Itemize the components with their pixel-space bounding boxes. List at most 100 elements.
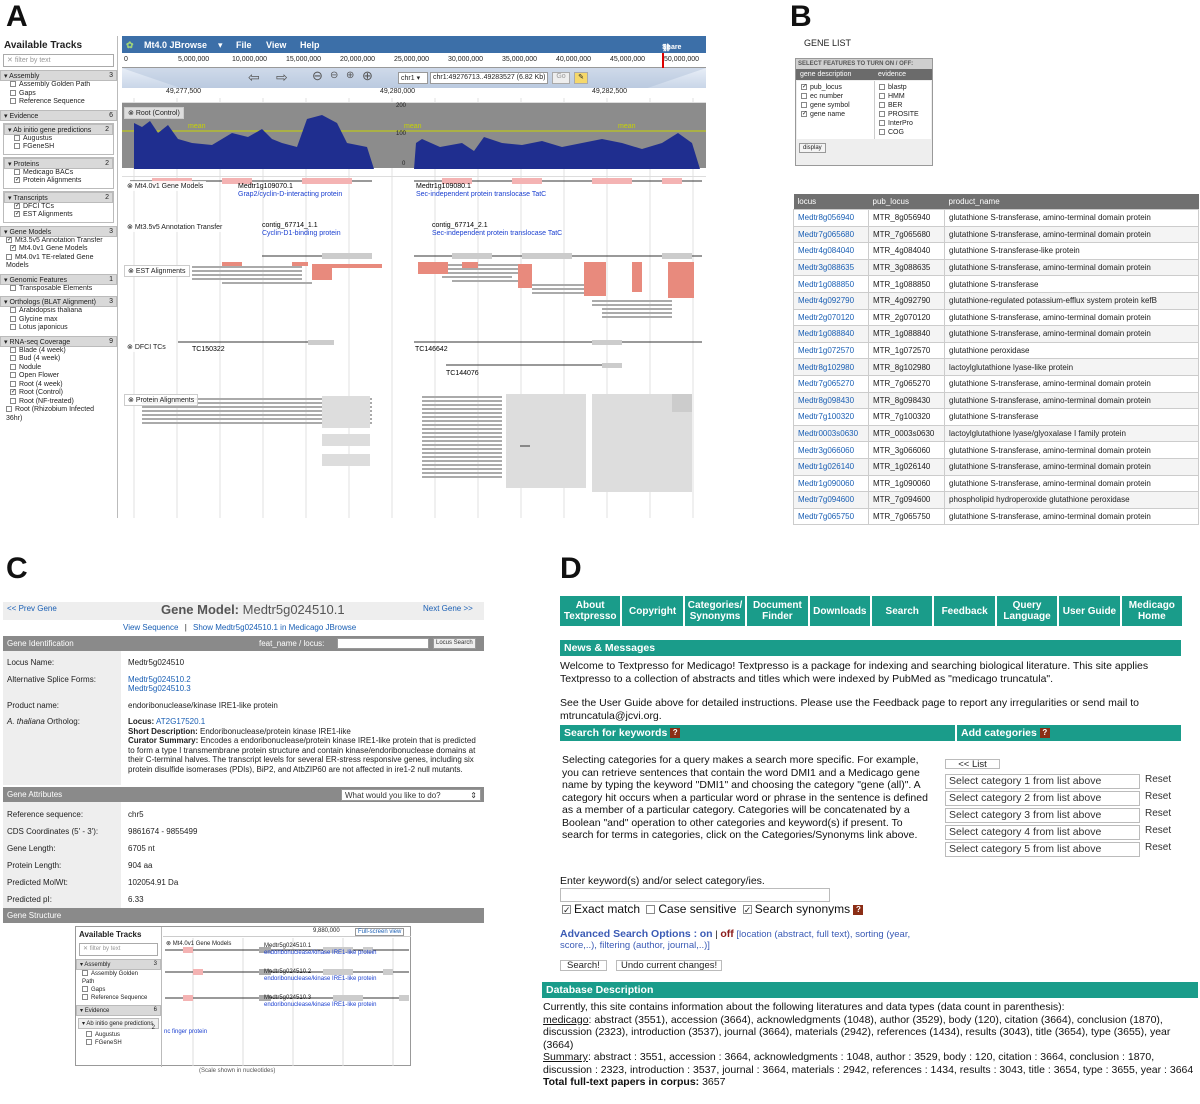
nav-item[interactable]: Feedback: [934, 596, 995, 626]
column-header-product-name[interactable]: product_name: [944, 194, 1199, 210]
locus-link[interactable]: Medtr1g090060: [793, 474, 869, 493]
feature-option[interactable]: blastp: [879, 83, 919, 92]
prev-gene-link[interactable]: << Prev Gene: [7, 604, 57, 613]
locus-search-input[interactable]: [337, 638, 429, 649]
tc-name[interactable]: TC146642: [415, 346, 448, 353]
track-item[interactable]: FGeneSH: [4, 143, 113, 152]
mini-category[interactable]: ▾ Evidence 6: [76, 1005, 161, 1016]
nav-item[interactable]: Downloads: [809, 596, 871, 626]
track-item[interactable]: EST Alignments: [4, 211, 113, 220]
checkbox[interactable]: [14, 168, 20, 175]
checkbox[interactable]: [6, 406, 12, 413]
track-category[interactable]: ▾ Orthologs (BLAT Alignment) 3: [0, 296, 117, 307]
locus-link[interactable]: Medtr3g088635: [793, 258, 869, 277]
locus-link[interactable]: Medtr8g102980: [793, 358, 869, 376]
ortholog-locus-link[interactable]: AT2G17520.1: [156, 717, 205, 726]
track-category[interactable]: ▾ Genomic Features 1: [0, 273, 117, 285]
track-item[interactable]: DFCI TCs: [4, 203, 113, 212]
checkbox[interactable]: [801, 93, 807, 100]
locus-link[interactable]: Medtr1g088840: [793, 325, 869, 343]
tc-name[interactable]: TC144076: [446, 370, 479, 377]
checkbox[interactable]: [14, 177, 20, 184]
checkbox[interactable]: [10, 380, 16, 387]
zoom-out-big-icon[interactable]: ⊖: [312, 68, 323, 84]
track-item[interactable]: Root (Control): [0, 389, 117, 398]
track-item[interactable]: Root (4 week): [0, 381, 117, 390]
track-label-gene-models[interactable]: ⊗ Mt4.0v1 Gene Models: [124, 181, 207, 191]
checkbox[interactable]: [879, 111, 885, 118]
checkbox[interactable]: [14, 202, 20, 209]
column-header-locus[interactable]: locus: [793, 194, 869, 210]
close-icon[interactable]: ⊗: [128, 397, 134, 404]
contig-name[interactable]: contig_67714_2.1: [432, 222, 488, 229]
menu-file[interactable]: File: [236, 40, 252, 50]
reset-button[interactable]: Reset: [1145, 774, 1171, 785]
mini-gene-name[interactable]: Medtr5g024510.2: [264, 969, 311, 975]
checkbox[interactable]: [10, 324, 16, 331]
track-category[interactable]: ▾ Evidence 6: [0, 109, 117, 121]
track-item[interactable]: Gaps: [0, 90, 117, 99]
checkbox[interactable]: [10, 363, 16, 370]
checkbox[interactable]: [801, 102, 807, 109]
checkbox[interactable]: [879, 84, 885, 91]
track-item[interactable]: Lotus japonicus: [0, 324, 117, 333]
track-item[interactable]: Root (NF-treated): [0, 398, 117, 407]
checkbox[interactable]: [10, 397, 16, 404]
feature-option[interactable]: ec number: [801, 92, 870, 101]
locus-link[interactable]: Medtr8g056940: [793, 209, 869, 227]
column-header-pub-locus[interactable]: pub_locus: [868, 194, 945, 210]
case-sensitive-checkbox[interactable]: [646, 905, 656, 915]
help-icon[interactable]: ?: [853, 904, 864, 915]
locus-link[interactable]: Medtr7g065750: [793, 507, 869, 526]
nav-item[interactable]: Categories/ Synonyms: [684, 596, 746, 626]
track-item[interactable]: Transposable Elements: [0, 285, 117, 294]
locus-link[interactable]: Medtr0003s0630: [793, 424, 869, 443]
splice-form-link[interactable]: Medtr5g024510.2: [128, 675, 191, 684]
fullscreen-link[interactable]: Full-screen view: [355, 928, 405, 936]
chrom-select[interactable]: chr1 ▾: [398, 72, 428, 84]
reset-button[interactable]: Reset: [1145, 808, 1171, 819]
nav-item[interactable]: Medicago Home: [1121, 596, 1183, 626]
close-icon[interactable]: ⊗: [128, 110, 134, 117]
checkbox[interactable]: [10, 245, 16, 252]
menu-view[interactable]: View: [266, 40, 286, 50]
locus-link[interactable]: Medtr1g072570: [793, 341, 869, 360]
feature-option[interactable]: pub_locus: [801, 83, 870, 92]
checkbox[interactable]: [10, 284, 16, 291]
locus-link[interactable]: Medtr1g088850: [793, 275, 869, 293]
mini-gene-name[interactable]: Medtr5g024510.1: [264, 943, 311, 949]
reset-button[interactable]: Reset: [1145, 825, 1171, 836]
pan-left-icon[interactable]: ⇦: [248, 69, 260, 86]
checkbox[interactable]: [879, 129, 885, 136]
checkbox[interactable]: [10, 81, 16, 88]
checkbox[interactable]: [10, 355, 16, 362]
track-item[interactable]: Open Flower: [0, 372, 117, 381]
help-icon[interactable]: ?: [1039, 728, 1050, 739]
track-item[interactable]: Protein Alignments: [4, 177, 113, 186]
track-label-protein[interactable]: ⊗ Protein Alignments: [124, 394, 199, 406]
locus-link[interactable]: Medtr7g094600: [793, 491, 869, 509]
locus-link[interactable]: Medtr1g026140: [793, 457, 869, 476]
track-category[interactable]: ▾ Gene Models 3: [0, 225, 117, 237]
close-icon[interactable]: ⊗: [127, 344, 133, 351]
reset-button[interactable]: Reset: [1145, 842, 1171, 853]
category-select[interactable]: Select category 4 from list above: [945, 825, 1140, 840]
mini-track-item[interactable]: Gaps: [76, 986, 161, 994]
genome-overview-ruler[interactable]: 0 5,000,000 10,000,000 15,000,000 20,000,000…: [122, 53, 706, 68]
checkbox[interactable]: [10, 307, 16, 314]
locus-link[interactable]: Medtr3g066060: [793, 441, 869, 459]
checkbox[interactable]: [6, 236, 12, 243]
checkbox[interactable]: [801, 111, 807, 118]
keyword-input[interactable]: [560, 888, 830, 902]
feature-option[interactable]: BER: [879, 101, 919, 110]
track-label-root-control[interactable]: ⊗ Root (Control): [124, 107, 184, 119]
nav-item[interactable]: Query Language: [996, 596, 1058, 626]
checkbox[interactable]: [801, 84, 807, 91]
zoom-in-small-icon[interactable]: ⊕: [346, 70, 354, 81]
splice-form-link[interactable]: Medtr5g024510.3: [128, 684, 191, 693]
track-item[interactable]: Assembly Golden Path: [0, 81, 117, 90]
feature-option[interactable]: COG: [879, 128, 919, 137]
locus-search-button[interactable]: Locus Search: [433, 638, 476, 649]
checkbox[interactable]: [10, 346, 16, 353]
mini-track-item[interactable]: Reference Sequence: [76, 994, 161, 1002]
